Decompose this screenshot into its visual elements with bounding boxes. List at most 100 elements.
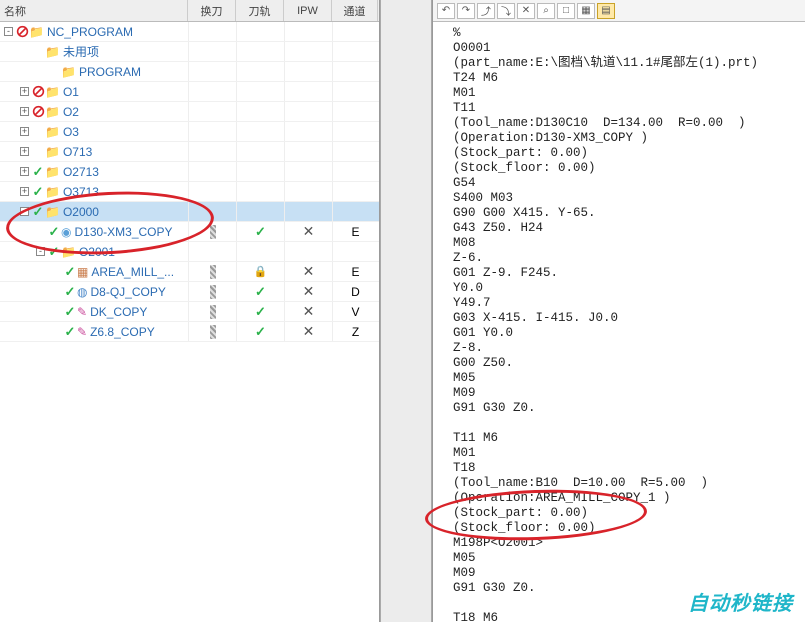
tree-toggle[interactable]: +: [20, 87, 29, 96]
tree-row[interactable]: ✓◉D130-XM3_COPY✓✕E: [0, 222, 379, 242]
tree-row[interactable]: ✓▦AREA_MILL_...🔒✕E: [0, 262, 379, 282]
node-icon: ◉: [61, 225, 74, 239]
tree-row[interactable]: ✓◍D8-QJ_COPY✓✕D: [0, 282, 379, 302]
tree-row[interactable]: ✓✎DK_COPY✓✕V: [0, 302, 379, 322]
cell-c1: [188, 182, 236, 201]
cell-c3: ✕: [284, 222, 332, 241]
cell-c2: ✓: [236, 222, 284, 241]
cell-c4: E: [332, 222, 378, 241]
toolbar-btn-0[interactable]: ↶: [437, 3, 455, 19]
cell-c2: [236, 202, 284, 221]
cell-c4: [332, 182, 378, 201]
status-icon: [31, 105, 45, 118]
tree-row[interactable]: -📁NC_PROGRAM: [0, 22, 379, 42]
cell-c1: [188, 162, 236, 181]
status-icon: ✓: [63, 324, 77, 340]
node-label: O2: [63, 105, 79, 119]
tree-toggle[interactable]: +: [20, 187, 29, 196]
tree-row[interactable]: 📁未用项: [0, 42, 379, 62]
toolbar-btn-3[interactable]: ⤵: [497, 3, 515, 19]
cell-c3: [284, 22, 332, 41]
tree-toggle[interactable]: +: [20, 107, 29, 116]
node-label: 未用项: [63, 43, 99, 60]
cell-c4: [332, 82, 378, 101]
nc-code-text[interactable]: % O0001 (part_name:E:\图档\轨道\11.1#尾部左(1).…: [433, 22, 805, 622]
node-icon: 📁: [45, 105, 63, 119]
tree-row[interactable]: 📁PROGRAM: [0, 62, 379, 82]
node-icon: 📁: [29, 25, 47, 39]
tree-header: 名称 换刀 刀轨 IPW 通道: [0, 0, 379, 22]
col-header-toolpath[interactable]: 刀轨: [236, 0, 284, 21]
cell-c1: [188, 142, 236, 161]
tree-row[interactable]: +📁O3: [0, 122, 379, 142]
tree-toggle[interactable]: -: [4, 27, 13, 36]
tree-row[interactable]: ✓✎Z6.8_COPY✓✕Z: [0, 322, 379, 342]
node-label: AREA_MILL_...: [91, 265, 174, 279]
tree-toggle[interactable]: +: [20, 147, 29, 156]
status-icon: [15, 25, 29, 38]
cell-c2: [236, 22, 284, 41]
cell-c3: ✕: [284, 282, 332, 301]
status-icon: ✓: [31, 164, 45, 180]
toolbar-btn-6[interactable]: □: [557, 3, 575, 19]
cell-c3: [284, 202, 332, 221]
tree-toggle[interactable]: +: [20, 167, 29, 176]
tree-row[interactable]: +✓📁O2713: [0, 162, 379, 182]
col-header-channel[interactable]: 通道: [332, 0, 378, 21]
node-label: O713: [63, 145, 92, 159]
toolbar-btn-1[interactable]: ↷: [457, 3, 475, 19]
toolbar-btn-4[interactable]: ✕: [517, 3, 535, 19]
status-icon: ✓: [31, 184, 45, 200]
tree-row[interactable]: +✓📁O3713: [0, 182, 379, 202]
lock-icon: 🔒: [254, 265, 268, 278]
nc-code-panel: ↶↷⤴⤵✕⌕□▦▤ % O0001 (part_name:E:\图档\轨道\11…: [432, 0, 805, 622]
node-icon: 📁: [45, 45, 63, 59]
cell-c3: [284, 102, 332, 121]
cell-c2: ✓: [236, 282, 284, 301]
cell-c2: [236, 82, 284, 101]
cell-c3: ✕: [284, 262, 332, 281]
toolbar-btn-8[interactable]: ▤: [597, 3, 615, 19]
status-icon: ✓: [63, 264, 77, 280]
panel-splitter[interactable]: [380, 0, 432, 622]
tree-toggle[interactable]: -: [36, 247, 45, 256]
cell-c2: 🔒: [236, 262, 284, 281]
tree-body[interactable]: -📁NC_PROGRAM📁未用项📁PROGRAM+📁O1+📁O2+📁O3+📁O7…: [0, 22, 379, 622]
cell-c1: [188, 202, 236, 221]
tree-row[interactable]: +📁O1: [0, 82, 379, 102]
tree-row[interactable]: +📁O713: [0, 142, 379, 162]
node-icon: 📁: [61, 65, 79, 79]
cell-c4: [332, 62, 378, 81]
cell-c2: [236, 122, 284, 141]
cell-c1: [188, 102, 236, 121]
toolbar-btn-2[interactable]: ⤴: [477, 3, 495, 19]
cell-c4: [332, 122, 378, 141]
cross-icon: ✕: [303, 283, 315, 300]
cell-c4: [332, 22, 378, 41]
check-icon: ✓: [255, 224, 266, 240]
tree-row[interactable]: -✓📁O2001: [0, 242, 379, 262]
col-header-toolchange[interactable]: 换刀: [188, 0, 236, 21]
cell-c4: [332, 102, 378, 121]
cell-c4: E: [332, 262, 378, 281]
node-label: D130-XM3_COPY: [74, 225, 172, 239]
toolbar-btn-7[interactable]: ▦: [577, 3, 595, 19]
col-header-ipw[interactable]: IPW: [284, 0, 332, 21]
cell-c2: [236, 102, 284, 121]
cell-c3: [284, 182, 332, 201]
node-label: O2713: [63, 165, 99, 179]
cell-c4: [332, 42, 378, 61]
cell-c2: ✓: [236, 302, 284, 321]
node-icon: 📁: [45, 165, 63, 179]
strip-icon: [210, 265, 216, 279]
node-icon: ✎: [77, 305, 90, 319]
tree-row[interactable]: + 📁O2: [0, 102, 379, 122]
tree-row[interactable]: -✓📁O2000: [0, 202, 379, 222]
toolbar-btn-5[interactable]: ⌕: [537, 3, 555, 19]
status-icon: [31, 85, 45, 98]
node-label: O2001: [79, 245, 115, 259]
tree-toggle[interactable]: -: [20, 207, 29, 216]
col-header-name[interactable]: 名称: [0, 0, 188, 21]
tree-toggle[interactable]: +: [20, 127, 29, 136]
cell-c3: [284, 242, 332, 261]
